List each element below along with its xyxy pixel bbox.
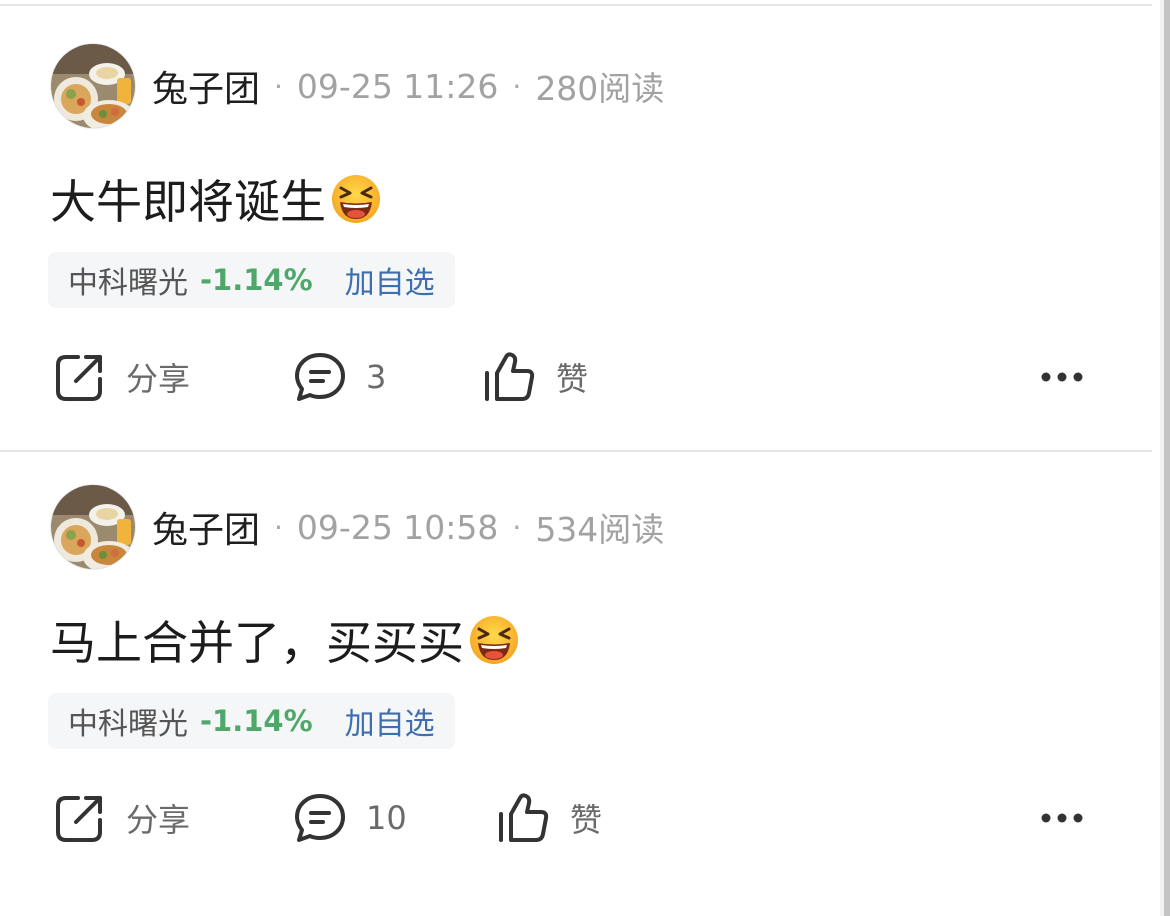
author-name[interactable]: 兔子团 bbox=[152, 501, 260, 553]
share-label: 分享 bbox=[126, 801, 191, 839]
stock-change: -1.14% bbox=[200, 263, 313, 297]
avatar[interactable] bbox=[50, 43, 136, 129]
share-icon bbox=[52, 349, 108, 405]
avatar[interactable] bbox=[50, 484, 136, 570]
like-label: 赞 bbox=[570, 801, 603, 839]
more-icon bbox=[1040, 809, 1084, 828]
share-label: 分享 bbox=[126, 360, 191, 398]
post-text: 马上合并了，买买买 bbox=[50, 616, 464, 670]
action-bar: 分享 3 赞 bbox=[0, 342, 1152, 412]
meta-separator: · bbox=[274, 69, 283, 103]
more-button[interactable] bbox=[1040, 342, 1084, 412]
comment-icon bbox=[292, 790, 348, 846]
scrollbar-thumb[interactable] bbox=[1164, 0, 1170, 916]
more-button[interactable] bbox=[1040, 783, 1084, 853]
meta-separator: · bbox=[512, 510, 522, 544]
meta-separator: · bbox=[274, 510, 283, 544]
stock-chip[interactable]: 中科曙光 -1.14% 加自选 bbox=[48, 693, 455, 749]
post-card[interactable]: 兔子团 · 09-25 10:58 · 534阅读 马上合并了，买买买 中科曙光… bbox=[0, 447, 1152, 887]
post-text: 大牛即将诞生 bbox=[50, 175, 326, 229]
like-label: 赞 bbox=[556, 360, 589, 398]
post-meta: 兔子团 · 09-25 11:26 · 280阅读 bbox=[50, 42, 664, 130]
comment-icon bbox=[292, 349, 348, 405]
share-button[interactable]: 分享 bbox=[52, 783, 190, 853]
post-card[interactable]: 兔子团 · 09-25 11:26 · 280阅读 大牛即将诞生 中科曙光 -1… bbox=[0, 6, 1152, 452]
add-to-watchlist-button[interactable]: 加自选 bbox=[345, 258, 435, 302]
thumbs-up-icon bbox=[482, 349, 538, 405]
share-icon bbox=[52, 790, 108, 846]
post-meta: 兔子团 · 09-25 10:58 · 534阅读 bbox=[50, 483, 664, 571]
comment-button[interactable]: 10 bbox=[292, 783, 407, 853]
read-count: 534阅读 bbox=[535, 510, 665, 549]
comment-count: 3 bbox=[366, 358, 387, 396]
grinning-squinting-face-icon bbox=[330, 173, 382, 225]
stock-name[interactable]: 中科曙光 bbox=[68, 258, 188, 302]
thumbs-up-icon bbox=[496, 790, 552, 846]
like-button[interactable]: 赞 bbox=[482, 342, 588, 412]
comment-button[interactable]: 3 bbox=[292, 342, 386, 412]
post-time: 09-25 10:58 bbox=[296, 507, 499, 547]
action-bar: 分享 10 赞 bbox=[0, 783, 1152, 853]
add-to-watchlist-button[interactable]: 加自选 bbox=[345, 699, 435, 743]
share-button[interactable]: 分享 bbox=[52, 342, 190, 412]
stock-name[interactable]: 中科曙光 bbox=[68, 699, 188, 743]
read-count: 280阅读 bbox=[535, 69, 665, 108]
scrollbar[interactable] bbox=[1160, 0, 1170, 916]
more-icon bbox=[1040, 368, 1084, 387]
grinning-squinting-face-icon bbox=[468, 614, 520, 666]
author-name[interactable]: 兔子团 bbox=[152, 60, 260, 112]
post-content[interactable]: 大牛即将诞生 bbox=[50, 166, 382, 232]
meta-separator: · bbox=[512, 69, 522, 103]
post-content[interactable]: 马上合并了，买买买 bbox=[50, 607, 520, 673]
like-button[interactable]: 赞 bbox=[496, 783, 602, 853]
stock-change: -1.14% bbox=[200, 704, 313, 738]
comment-count: 10 bbox=[366, 799, 407, 837]
stock-chip[interactable]: 中科曙光 -1.14% 加自选 bbox=[48, 252, 455, 308]
post-time: 09-25 11:26 bbox=[296, 66, 499, 106]
